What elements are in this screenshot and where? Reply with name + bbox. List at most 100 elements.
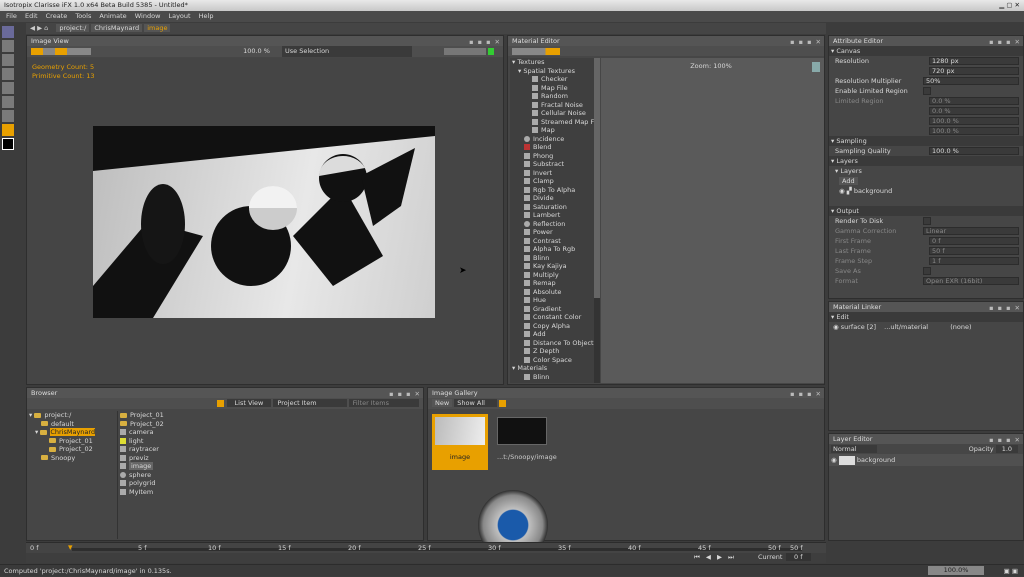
sync-icon[interactable] (217, 399, 225, 407)
tree-root[interactable]: ▾ project:/ (29, 411, 113, 420)
format-dropdown[interactable]: Open EXR (16bit) (923, 277, 1019, 285)
list-item[interactable]: light (120, 437, 417, 446)
menu-tools[interactable]: Tools (75, 12, 91, 20)
back-icon[interactable]: ◀ ▶ ⌂ (30, 24, 48, 32)
lr-field-1[interactable]: 0.0 % (929, 107, 1019, 115)
select-tool-icon[interactable] (2, 26, 14, 38)
tree-item[interactable]: Reflection (512, 220, 594, 229)
view-mode-icons[interactable] (31, 47, 91, 55)
tree-item[interactable]: Map (512, 126, 594, 135)
tree-item[interactable]: Rgb To Alpha (512, 186, 594, 195)
list-item[interactable]: camera (120, 428, 417, 437)
tree-item[interactable]: Blinn (512, 373, 594, 382)
viewport[interactable]: Geometry Count: 5 Primitive Count: 13 ➤ (27, 58, 503, 384)
first-frame-field[interactable]: 0 f (929, 237, 1019, 245)
res-mult-dropdown[interactable]: 50% (923, 77, 1019, 85)
tree-item[interactable]: Gradient (512, 305, 594, 314)
material-tools-icons[interactable] (512, 47, 560, 55)
save-as-browse[interactable] (923, 267, 931, 275)
gamma-dropdown[interactable]: Linear (923, 227, 1019, 235)
type-filter-dropdown[interactable]: Project Item (273, 399, 347, 407)
tree-folder[interactable]: Project_02 (29, 445, 113, 454)
rotate-tool-icon[interactable] (2, 54, 14, 66)
tree-item[interactable]: Absolute (512, 288, 594, 297)
move-tool-icon[interactable] (2, 40, 14, 52)
tree-item[interactable]: Clamp (512, 177, 594, 186)
menu-edit[interactable]: Edit (25, 12, 38, 20)
list-item-selected[interactable]: image (120, 462, 417, 471)
tree-folder[interactable]: Project_01 (29, 437, 113, 446)
section-sampling[interactable]: ▾ Sampling (829, 136, 1023, 146)
selection-mode-dropdown[interactable]: Use Selection (282, 46, 413, 57)
graph-nav-icon[interactable] (812, 62, 820, 72)
layers-sub[interactable]: ▾ Layers (829, 166, 1023, 176)
tree-folder-selected[interactable]: ▾ ChrisMaynard (29, 428, 113, 437)
tree-item[interactable]: Invert (512, 169, 594, 178)
tree-item[interactable]: Random (512, 92, 594, 101)
menu-animate[interactable]: Animate (99, 12, 126, 20)
linker-row[interactable]: ◉ surface [2] ...ult/material (none) (829, 322, 1023, 332)
crumb-project[interactable]: project:/ (56, 24, 90, 32)
tree-item[interactable]: Distance To Object (512, 339, 594, 348)
gallery-option-icon[interactable] (499, 399, 507, 407)
tree-item[interactable]: Lambert (512, 211, 594, 220)
tree-item[interactable]: Multiply (512, 271, 594, 280)
pen-tool-icon[interactable] (2, 96, 14, 108)
tree-folder[interactable]: default (29, 420, 113, 429)
tree-item[interactable]: Power (512, 228, 594, 237)
window-controls[interactable]: ▁ ▢ ✕ (999, 0, 1020, 11)
tree-item[interactable]: Divide (512, 194, 594, 203)
tree-item[interactable]: Color Space (512, 356, 594, 365)
tree-item[interactable]: Fractal Noise (512, 101, 594, 110)
scrollbar-thumb[interactable] (594, 58, 600, 298)
crumb-image[interactable]: image (144, 24, 171, 32)
tree-item[interactable]: Checker (512, 75, 594, 84)
layer-row[interactable]: ◉ ▞ background (829, 186, 1023, 196)
playback-controls-icon[interactable]: ⏮ ◀ ▶ ⏭ (694, 553, 736, 562)
opacity-field[interactable]: 1.0 (995, 445, 1019, 453)
list-item[interactable]: polygrid (120, 479, 417, 488)
layer-editor-row[interactable]: ◉ background (829, 454, 1023, 466)
material-graph[interactable]: Zoom: 100% (601, 58, 824, 383)
crumb-chris[interactable]: ChrisMaynard (91, 24, 143, 32)
tree-item[interactable]: Phong (512, 152, 594, 161)
tree-item[interactable]: Kay Kajiya (512, 262, 594, 271)
material-tree-scrollbar[interactable] (594, 58, 600, 383)
render-to-disk-checkbox[interactable] (923, 217, 931, 225)
tree-item[interactable]: Constant Color (512, 313, 594, 322)
menu-window[interactable]: Window (135, 12, 161, 20)
list-item[interactable]: sphere (120, 471, 417, 480)
zoom-value[interactable]: 100.0 % (243, 47, 270, 55)
section-output[interactable]: ▾ Output (829, 206, 1023, 216)
section-layers[interactable]: ▾ Layers (829, 156, 1023, 166)
tree-item[interactable]: Streamed Map F (512, 118, 594, 127)
lr-field-0[interactable]: 0.0 % (929, 97, 1019, 105)
show-dropdown[interactable]: Show All (454, 399, 497, 407)
tree-item[interactable]: Copy Alpha (512, 322, 594, 331)
panel-buttons-icon[interactable]: ▪ ▪ ▪ ✕ (389, 389, 421, 399)
tree-textures[interactable]: ▾ Textures (512, 58, 594, 67)
tree-item[interactable]: Substract (512, 160, 594, 169)
tree-item[interactable]: Incidence (512, 135, 594, 144)
lr-field-3[interactable]: 100.0 % (929, 127, 1019, 135)
eye-icon[interactable]: ◉ (839, 187, 845, 195)
tree-item[interactable]: Alpha To Rgb (512, 245, 594, 254)
timeline-end[interactable]: 50 f (790, 544, 803, 552)
scale-tool-icon[interactable] (2, 68, 14, 80)
view-dropdown[interactable]: List View (226, 399, 272, 407)
lr-field-2[interactable]: 100.0 % (929, 117, 1019, 125)
current-frame-field[interactable]: 0 f (786, 553, 811, 561)
exposure-slider[interactable] (444, 47, 487, 55)
tree-folder[interactable]: Snoopy (29, 454, 113, 463)
add-layer-button[interactable]: Add (839, 177, 858, 185)
gallery-thumb-2[interactable]: ...t:/Snoopy/image (494, 414, 557, 470)
gallery-thumb-1[interactable]: image (432, 414, 488, 470)
frame-step-field[interactable]: 1 f (929, 257, 1019, 265)
tree-item[interactable]: Z Depth (512, 347, 594, 356)
list-item[interactable]: Project_02 (120, 420, 417, 429)
paint-tool-icon[interactable] (2, 124, 14, 136)
list-item[interactable]: Project_01 (120, 411, 417, 420)
tree-item[interactable]: Cellular Noise (512, 109, 594, 118)
panel-buttons-icon[interactable]: ▪ ▪ ▪ ✕ (790, 37, 822, 47)
new-button[interactable]: New (432, 399, 453, 407)
